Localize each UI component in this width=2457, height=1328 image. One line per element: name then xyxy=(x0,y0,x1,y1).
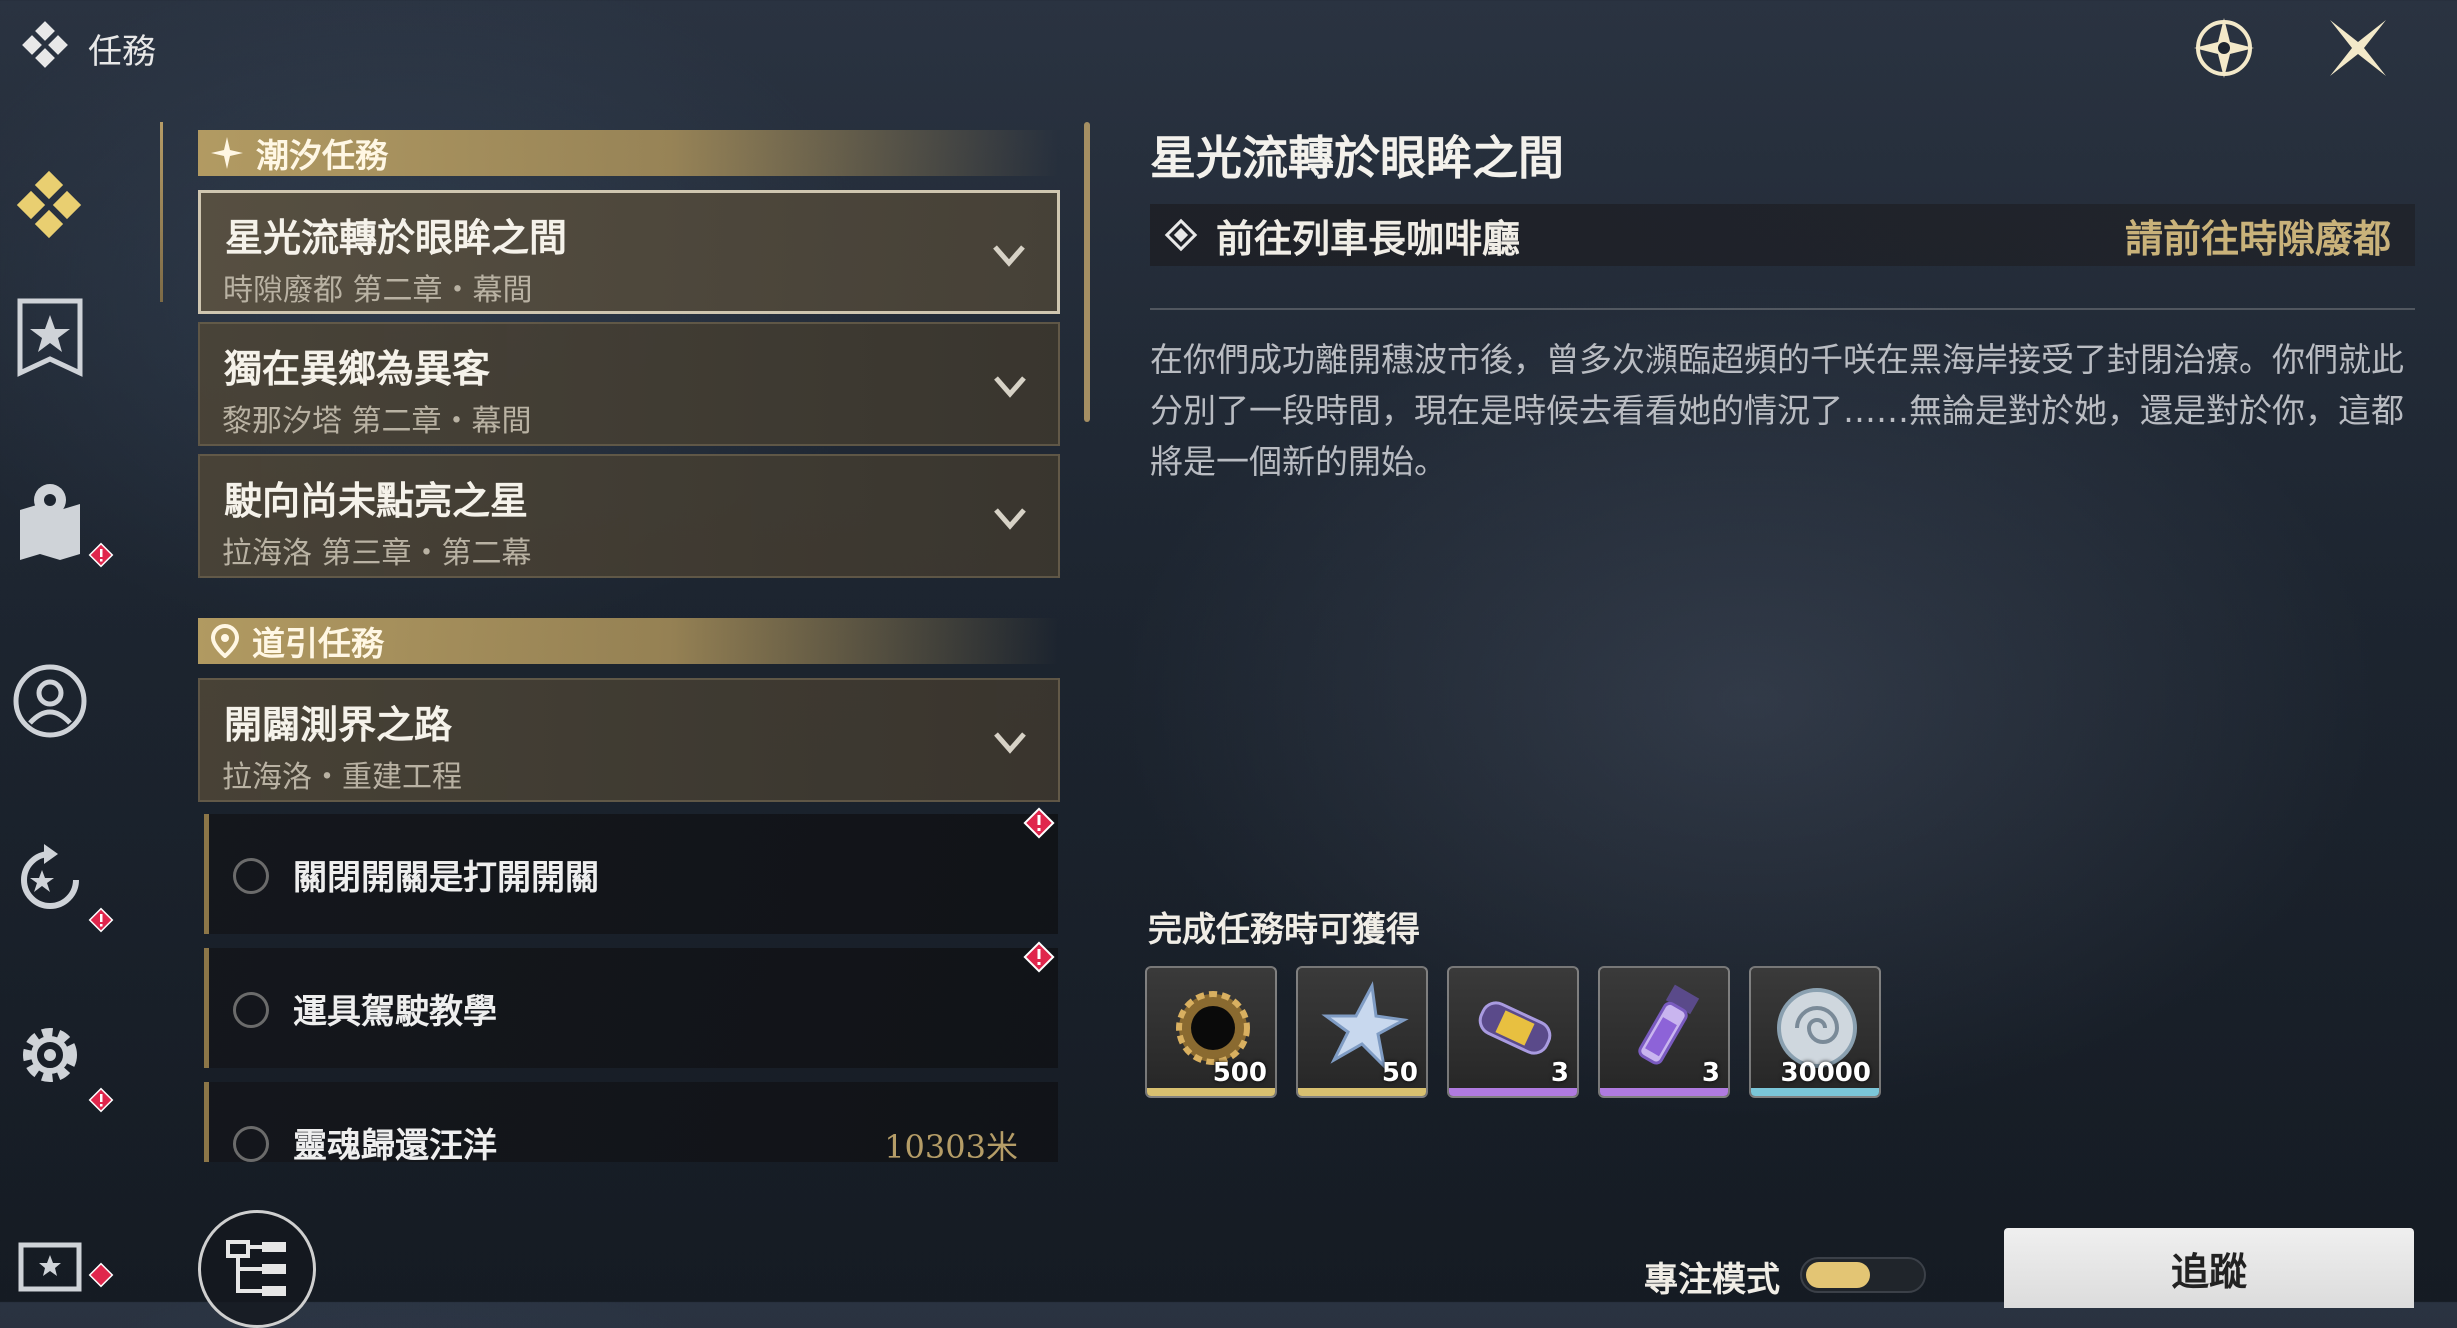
page-title: 任務 xyxy=(88,31,156,72)
map-pin-icon xyxy=(20,484,80,560)
close-icon xyxy=(2330,20,2386,76)
alert-badge-icon xyxy=(1023,807,1055,839)
nav-daily-quests[interactable] xyxy=(0,825,100,935)
gear-icon xyxy=(23,1028,77,1082)
section-header-tidal: 潮汐任務 xyxy=(198,130,1058,176)
quest-card-selected[interactable]: 星光流轉於眼眸之間 時隙廢都 第二章・幕間 xyxy=(198,190,1060,314)
quest-card[interactable]: 駛向尚未點亮之星 拉海洛 第三章・第二幕 xyxy=(198,454,1060,578)
quest-subtitle: 時隙廢都 第二章・幕間 xyxy=(223,273,533,308)
alert-badge-icon xyxy=(88,542,114,568)
quest-diamonds-icon xyxy=(16,170,82,239)
person-circle-icon xyxy=(13,664,87,738)
task-label: 靈魂歸還汪洋 xyxy=(293,1126,497,1162)
quest-diamonds-icon xyxy=(22,21,68,68)
quest-title: 開闢測界之路 xyxy=(224,703,453,747)
list-scroll-indicator xyxy=(160,122,163,302)
reward-amount: 50 xyxy=(1381,1058,1418,1088)
reward-amount: 3 xyxy=(1550,1058,1569,1088)
quality-bar xyxy=(1449,1088,1577,1096)
reward-item[interactable]: 500 xyxy=(1145,966,1277,1098)
nav-achievements[interactable] xyxy=(0,285,100,395)
track-button[interactable]: 追蹤 xyxy=(2004,1228,2414,1308)
task-label: 運具駕駛教學 xyxy=(293,992,497,1032)
section-label: 道引任務 xyxy=(252,624,384,663)
map-pin-icon xyxy=(210,624,240,658)
task-distance: 10303米 xyxy=(884,1128,1018,1162)
task-row[interactable]: 靈魂歸還汪洋 10303米 xyxy=(204,1082,1058,1162)
reward-item[interactable]: 50 xyxy=(1296,966,1428,1098)
rewards-label: 完成任務時可獲得 xyxy=(1148,910,1420,950)
track-button-label: 追蹤 xyxy=(2170,1249,2247,1294)
section-label: 潮汐任務 xyxy=(256,136,388,175)
reward-amount: 500 xyxy=(1212,1058,1267,1088)
objective-text: 前往列車長咖啡廳 xyxy=(1216,216,1521,261)
list-scrollbar[interactable] xyxy=(1084,122,1090,422)
quest-subtitle: 黎那汐塔 第二章・幕間 xyxy=(222,404,532,439)
task-row[interactable]: 運具駕駛教學 xyxy=(204,948,1058,1068)
quest-detail-title: 星光流轉於眼眸之間 xyxy=(1150,131,1564,185)
chevron-down-icon[interactable] xyxy=(992,368,1028,404)
task-status-circle xyxy=(233,858,269,894)
nav-quests[interactable] xyxy=(0,155,100,265)
quest-tree-button[interactable] xyxy=(198,1210,316,1328)
alert-badge-icon xyxy=(88,1262,114,1288)
quest-subtitle: 拉海洛 第三章・第二幕 xyxy=(222,536,532,571)
nav-map-quests[interactable] xyxy=(0,465,100,575)
quest-subtitle: 拉海洛・重建工程 xyxy=(222,760,462,795)
alert-badge-icon xyxy=(88,907,114,933)
quality-bar xyxy=(1751,1088,1879,1096)
quest-title: 獨在異鄉為異客 xyxy=(224,347,491,391)
reward-amount: 3 xyxy=(1701,1058,1720,1088)
screen-star-icon xyxy=(18,1242,82,1292)
alert-badge-icon xyxy=(88,1087,114,1113)
hierarchy-icon xyxy=(226,1240,286,1296)
quest-card[interactable]: 開闢測界之路 拉海洛・重建工程 xyxy=(198,678,1060,802)
sparkle-icon xyxy=(211,137,243,169)
focus-mode-label: 專注模式 xyxy=(1644,1260,1780,1300)
nav-character-quests[interactable] xyxy=(0,646,100,756)
quest-description: 在你們成功離開穗波市後，曾多次瀕臨超頻的千咲在黑海岸接受了封閉治療。你們就此分別… xyxy=(1150,340,2404,481)
nav-event-quests[interactable] xyxy=(0,1230,100,1302)
quality-bar xyxy=(1600,1088,1728,1096)
banner-star-icon xyxy=(17,298,83,377)
quality-bar xyxy=(1147,1088,1275,1096)
task-status-circle xyxy=(233,1126,269,1162)
chevron-down-icon[interactable] xyxy=(992,500,1028,536)
alert-badge-icon xyxy=(1023,941,1055,973)
quest-title: 星光流轉於眼眸之間 xyxy=(225,216,568,260)
toggle-knob xyxy=(1806,1262,1870,1288)
task-status-circle xyxy=(233,992,269,1028)
close-button[interactable] xyxy=(2322,12,2394,84)
reward-item[interactable]: 3 xyxy=(1447,966,1579,1098)
chevron-down-icon[interactable] xyxy=(991,237,1027,273)
quest-title: 駛向尚未點亮之星 xyxy=(224,479,529,523)
page-header: 任務 xyxy=(18,20,156,76)
reward-item[interactable]: 3 xyxy=(1598,966,1730,1098)
divider xyxy=(1150,308,2415,310)
quest-objective[interactable]: 前往列車長咖啡廳 請前往時隙廢都 xyxy=(1150,204,2415,266)
reward-amount: 30000 xyxy=(1780,1058,1871,1088)
chevron-down-icon[interactable] xyxy=(992,724,1028,760)
objective-hint: 請前往時隙廢都 xyxy=(2124,216,2391,261)
focus-mode-toggle[interactable] xyxy=(1800,1257,1926,1293)
waypoint-button[interactable] xyxy=(2188,12,2260,84)
quality-bar xyxy=(1298,1088,1426,1096)
compass-star-icon xyxy=(2194,18,2254,78)
task-row[interactable]: 關閉開關是打開開關 xyxy=(204,814,1058,934)
nav-system-quests[interactable] xyxy=(0,1000,100,1110)
objective-diamond-icon xyxy=(1164,218,1198,252)
quest-card[interactable]: 獨在異鄉為異客 黎那汐塔 第二章・幕間 xyxy=(198,322,1060,446)
section-header-guide: 道引任務 xyxy=(198,618,1058,664)
reward-item[interactable]: 30000 xyxy=(1749,966,1881,1098)
task-label: 關閉開關是打開開關 xyxy=(293,858,599,898)
refresh-star-icon xyxy=(21,844,79,909)
